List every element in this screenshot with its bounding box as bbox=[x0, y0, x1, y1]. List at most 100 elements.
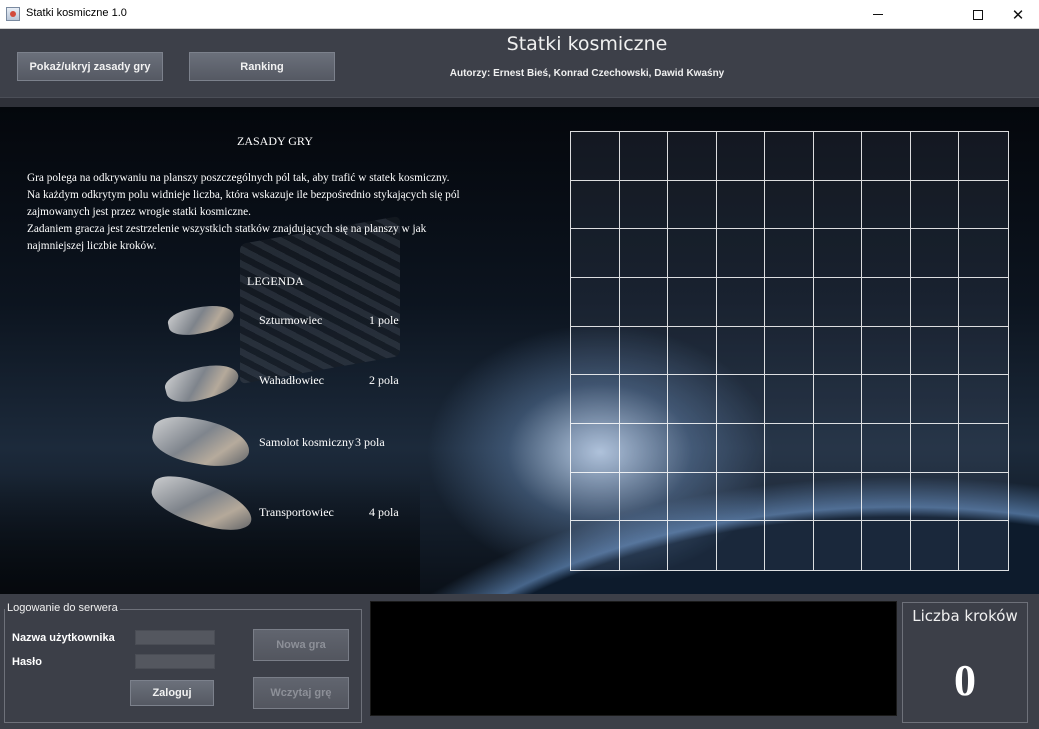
board-cell[interactable] bbox=[765, 521, 814, 570]
login-button[interactable]: Zaloguj bbox=[130, 680, 214, 706]
authors-label: Autorzy: Ernest Bieś, Konrad Czechowski,… bbox=[449, 68, 725, 79]
board-cell[interactable] bbox=[813, 229, 863, 278]
load-game-button[interactable]: Wczytaj grę bbox=[253, 677, 349, 709]
board-cell[interactable] bbox=[862, 472, 911, 522]
board-cell[interactable] bbox=[862, 424, 911, 473]
board-cell[interactable] bbox=[911, 521, 960, 570]
board-cell[interactable] bbox=[765, 326, 814, 376]
legend-item-samolot-kosmiczny: Samolot kosmiczny 3 pola bbox=[0, 411, 560, 473]
board-cell[interactable] bbox=[571, 375, 620, 424]
board-cell[interactable] bbox=[571, 278, 620, 327]
board-cell[interactable] bbox=[571, 521, 620, 570]
board-cell[interactable] bbox=[910, 132, 960, 181]
board-cell[interactable] bbox=[959, 375, 1008, 424]
board-cell[interactable] bbox=[716, 375, 766, 424]
board-cell[interactable] bbox=[862, 180, 911, 230]
board-cell[interactable] bbox=[862, 132, 911, 181]
board-cell[interactable] bbox=[620, 521, 669, 570]
board-cell[interactable] bbox=[959, 424, 1008, 473]
close-button[interactable]: ✕ bbox=[995, 0, 1039, 29]
board-cell[interactable] bbox=[668, 424, 717, 473]
board-cell[interactable] bbox=[716, 424, 766, 473]
board-cell[interactable] bbox=[862, 278, 911, 327]
board-cell[interactable] bbox=[619, 424, 669, 473]
board-cell[interactable] bbox=[716, 132, 766, 181]
board-cell[interactable] bbox=[959, 327, 1008, 376]
board-cell[interactable] bbox=[619, 132, 669, 181]
board-cell[interactable] bbox=[910, 278, 960, 327]
board-cell[interactable] bbox=[765, 424, 814, 473]
login-group-title: Logowanie do serwera bbox=[5, 602, 120, 614]
board-cell[interactable] bbox=[959, 181, 1008, 230]
board-cell[interactable] bbox=[716, 278, 766, 327]
board-cell[interactable] bbox=[765, 229, 814, 278]
board-cell[interactable] bbox=[571, 180, 620, 230]
board-cell[interactable] bbox=[813, 180, 863, 230]
minimize-button[interactable] bbox=[855, 0, 901, 29]
board-cell[interactable] bbox=[619, 472, 669, 522]
board-cell[interactable] bbox=[959, 132, 1008, 181]
board-cell[interactable] bbox=[668, 375, 717, 424]
legend-title: LEGENDA bbox=[247, 274, 304, 288]
board-cell[interactable] bbox=[862, 326, 911, 376]
password-input[interactable] bbox=[135, 654, 215, 669]
board-cell[interactable] bbox=[716, 229, 766, 278]
board-cell[interactable] bbox=[668, 472, 717, 522]
legend-item-name: Wahadłowiec bbox=[259, 373, 325, 387]
board-cell[interactable] bbox=[765, 375, 814, 424]
board-cell[interactable] bbox=[813, 278, 863, 327]
ranking-button[interactable]: Ranking bbox=[189, 52, 335, 81]
board-cell[interactable] bbox=[814, 521, 863, 570]
board-cell[interactable] bbox=[910, 424, 960, 473]
java-app-icon bbox=[6, 7, 20, 21]
board-cell[interactable] bbox=[862, 229, 911, 278]
board-cell[interactable] bbox=[619, 229, 669, 278]
board-cell[interactable] bbox=[813, 326, 863, 376]
board-cell[interactable] bbox=[959, 229, 1008, 278]
board-cell[interactable] bbox=[668, 278, 717, 327]
board-cell[interactable] bbox=[571, 326, 620, 376]
board-cell[interactable] bbox=[910, 375, 960, 424]
board-cell[interactable] bbox=[813, 132, 863, 181]
toggle-rules-button[interactable]: Pokaż/ukryj zasady gry bbox=[17, 52, 163, 81]
board-cell[interactable] bbox=[765, 180, 814, 230]
board-cell[interactable] bbox=[619, 180, 669, 230]
legend-item-name: Szturmowiec bbox=[259, 313, 323, 327]
board-cell[interactable] bbox=[813, 472, 863, 522]
board-cell[interactable] bbox=[619, 326, 669, 376]
board-cell[interactable] bbox=[959, 473, 1008, 522]
board-cell[interactable] bbox=[668, 326, 717, 376]
legend-item-size: 4 pola bbox=[369, 505, 399, 519]
board-cell[interactable] bbox=[716, 472, 766, 522]
board-cell[interactable] bbox=[910, 229, 960, 278]
board-cell[interactable] bbox=[813, 375, 863, 424]
board-cell[interactable] bbox=[813, 424, 863, 473]
board-cell[interactable] bbox=[862, 521, 911, 570]
board-cell[interactable] bbox=[668, 229, 717, 278]
board-cell[interactable] bbox=[910, 326, 960, 376]
board-cell[interactable] bbox=[716, 180, 766, 230]
board-cell[interactable] bbox=[765, 472, 814, 522]
board-cell[interactable] bbox=[910, 180, 960, 230]
board-cell[interactable] bbox=[765, 132, 814, 181]
board-cell[interactable] bbox=[959, 521, 1008, 570]
board-cell[interactable] bbox=[571, 472, 620, 522]
board-cell[interactable] bbox=[619, 375, 669, 424]
board-cell[interactable] bbox=[765, 278, 814, 327]
board-cell[interactable] bbox=[668, 132, 717, 181]
board-cell[interactable] bbox=[910, 472, 960, 522]
board-cell[interactable] bbox=[959, 278, 1008, 327]
board-cell[interactable] bbox=[668, 521, 717, 570]
board-cell[interactable] bbox=[571, 132, 620, 181]
board-cell[interactable] bbox=[571, 229, 620, 278]
board-cell[interactable] bbox=[619, 278, 669, 327]
board-cell[interactable] bbox=[668, 180, 717, 230]
app-title: Statki kosmiczne bbox=[506, 33, 668, 55]
board-cell[interactable] bbox=[716, 326, 766, 376]
header-separator bbox=[0, 97, 1039, 107]
new-game-button[interactable]: Nowa gra bbox=[253, 629, 349, 661]
board-cell[interactable] bbox=[862, 375, 911, 424]
username-input[interactable] bbox=[135, 630, 215, 645]
board-cell[interactable] bbox=[571, 424, 620, 473]
board-cell[interactable] bbox=[717, 521, 766, 570]
